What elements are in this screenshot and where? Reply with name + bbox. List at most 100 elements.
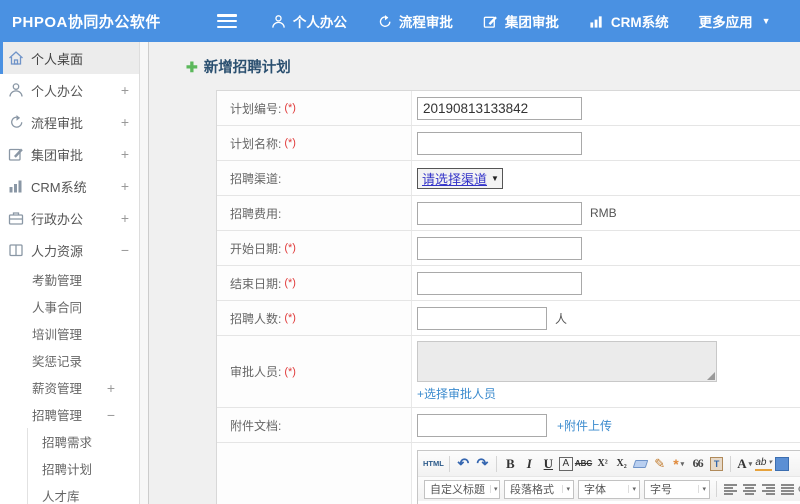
user-icon <box>271 14 286 29</box>
nav-label: 个人办公 <box>292 15 347 30</box>
user-icon <box>8 82 24 98</box>
custom-title-select[interactable]: 自定义标题 ▾ <box>424 479 500 499</box>
sidebar-item-attendance[interactable]: 考勤管理 <box>0 266 139 293</box>
expand-icon[interactable]: + <box>121 210 129 226</box>
recruit-submenu: 招聘需求 招聘计划 人才库 <box>0 428 139 504</box>
emotion-icon[interactable] <box>775 456 790 471</box>
expand-icon[interactable]: + <box>121 178 129 194</box>
underline-icon[interactable]: U <box>540 454 557 473</box>
blockquote-icon[interactable]: 66 <box>689 454 706 473</box>
row-approvers: 审批人员: (*) +选择审批人员 <box>217 336 800 408</box>
nav-personal-office[interactable]: 个人办公 <box>271 11 347 31</box>
nav-label: CRM系统 <box>610 15 669 30</box>
paste-icon[interactable]: T <box>708 454 725 473</box>
sidebar-item-workflow-approval[interactable]: 流程审批 + <box>0 106 139 138</box>
row-start-date: 开始日期: (*) <box>217 231 800 266</box>
page-title-text: 新增招聘计划 <box>203 60 291 76</box>
italic-icon[interactable]: I <box>521 454 538 473</box>
font-border-icon[interactable]: A <box>558 456 573 471</box>
sidebar-item-admin-office[interactable]: 行政办公 + <box>0 202 139 234</box>
row-attachment: 附件文档: +附件上传 <box>217 408 800 443</box>
app-window: PHPOA协同办公软件 个人办公 流程审批 集团审批 CRM系统 更多应用 ▼ <box>0 0 800 504</box>
nav-workflow-approval[interactable]: 流程审批 <box>377 11 453 31</box>
sidebar-item-crm-system[interactable]: CRM系统 + <box>0 170 139 202</box>
fee-input[interactable] <box>417 201 582 225</box>
plan-name-input[interactable] <box>417 131 582 155</box>
start-date-input[interactable] <box>417 236 582 260</box>
row-editor: HTML ↶ ↷ B I U A ABC X² X₂ ✎ * ▾ 66 T A … <box>217 443 800 504</box>
channel-select[interactable]: 请选择渠道 ▼ <box>417 167 503 189</box>
align-justify-icon[interactable] <box>779 480 796 499</box>
collapse-icon[interactable]: − <box>107 407 115 423</box>
nav-label: 流程审批 <box>398 15 453 30</box>
sidebar-item-rewards[interactable]: 奖惩记录 <box>0 347 139 374</box>
caret-down-icon: ▼ <box>491 173 499 183</box>
add-icon: ✚ <box>186 58 198 75</box>
expand-icon[interactable]: + <box>107 380 115 396</box>
auto-typeset-icon[interactable]: * ▾ <box>670 454 687 473</box>
rich-text-editor: HTML ↶ ↷ B I U A ABC X² X₂ ✎ * ▾ 66 T A … <box>417 450 800 504</box>
approvers-textarea[interactable] <box>417 341 717 382</box>
row-recruit-channel: 招聘渠道: 请选择渠道 ▼ <box>217 161 800 196</box>
hamburger-menu-icon[interactable] <box>216 14 237 28</box>
hr-submenu: 考勤管理 人事合同 培训管理 奖惩记录 薪资管理 + 招聘管理 − <box>0 266 139 428</box>
collapse-icon[interactable]: − <box>121 242 129 258</box>
html-source-button[interactable]: HTML <box>423 454 444 473</box>
page-title: ✚ 新增招聘计划 <box>149 42 800 77</box>
sidebar-item-recruit-mgmt[interactable]: 招聘管理 − <box>0 401 139 428</box>
highlight-color-icon[interactable]: ab ▾ <box>755 457 773 471</box>
sidebar-item-recruit-plan[interactable]: 招聘计划 <box>0 455 139 482</box>
sidebar-item-hr-contract[interactable]: 人事合同 <box>0 293 139 320</box>
align-center-icon[interactable] <box>741 480 758 499</box>
attachment-upload-link[interactable]: +附件上传 <box>557 417 612 434</box>
superscript-icon[interactable]: X² <box>594 454 611 473</box>
row-plan-number: 计划编号: (*) <box>217 91 800 126</box>
flow-arrow-icon <box>377 14 392 29</box>
nav-more-apps[interactable]: 更多应用 ▼ <box>699 11 771 31</box>
eraser-icon[interactable] <box>632 454 649 473</box>
font-family-select[interactable]: 字体 ▾ <box>578 479 640 499</box>
main-content: ✚ 新增招聘计划 计划编号:(*) 计划名称:(*) 招聘渠道: 请选择渠道 <box>149 42 800 504</box>
end-date-input[interactable] <box>417 271 582 295</box>
select-approvers-link[interactable]: +选择审批人员 <box>417 385 496 402</box>
sidebar-item-personal-office[interactable]: 个人办公 + <box>0 74 139 106</box>
briefcase-icon <box>8 210 24 226</box>
align-left-icon[interactable] <box>722 480 739 499</box>
subscript-icon[interactable]: X₂ <box>613 454 630 473</box>
align-right-icon[interactable] <box>760 480 777 499</box>
nav-group-approval[interactable]: 集团审批 <box>483 11 559 31</box>
top-menu: 个人办公 流程审批 集团审批 CRM系统 更多应用 ▼ <box>271 11 771 31</box>
caret-down-icon: ▼ <box>761 16 771 26</box>
expand-icon[interactable]: + <box>121 114 129 130</box>
plan-number-input[interactable] <box>417 96 582 120</box>
attachment-input[interactable] <box>417 413 547 437</box>
redo-icon[interactable]: ↷ <box>474 454 491 473</box>
sidebar-item-recruit-demand[interactable]: 招聘需求 <box>0 428 139 455</box>
font-color-icon[interactable]: A ▾ <box>736 454 753 473</box>
sidebar-item-salary[interactable]: 薪资管理 + <box>0 374 139 401</box>
top-navbar: PHPOA协同办公软件 个人办公 流程审批 集团审批 CRM系统 更多应用 ▼ <box>0 0 800 42</box>
flow-arrow-icon <box>8 114 24 130</box>
sidebar-scrollbar[interactable] <box>140 42 149 504</box>
bold-icon[interactable]: B <box>502 454 519 473</box>
sidebar-item-personal-desktop[interactable]: 个人桌面 <box>0 42 139 74</box>
sidebar-item-group-approval[interactable]: 集团审批 + <box>0 138 139 170</box>
row-headcount: 招聘人数: (*) 人 <box>217 301 800 336</box>
paragraph-format-select[interactable]: 段落格式 ▾ <box>504 479 574 499</box>
format-painter-icon[interactable]: ✎ <box>651 454 668 473</box>
sidebar-item-human-resources[interactable]: 人力资源 − <box>0 234 139 266</box>
strikethrough-icon[interactable]: ABC <box>575 454 592 473</box>
sidebar-item-talent-pool[interactable]: 人才库 <box>0 482 139 504</box>
nav-label: 更多应用 <box>698 15 753 30</box>
edit-icon <box>483 14 498 29</box>
headcount-input[interactable] <box>417 306 547 330</box>
recruit-plan-form: 计划编号:(*) 计划名称:(*) 招聘渠道: 请选择渠道 ▼ <box>216 90 800 504</box>
sidebar-item-training[interactable]: 培训管理 <box>0 320 139 347</box>
expand-icon[interactable]: + <box>121 146 129 162</box>
nav-crm-system[interactable]: CRM系统 <box>589 11 669 31</box>
font-size-select[interactable]: 字号 ▾ <box>644 479 710 499</box>
row-end-date: 结束日期: (*) <box>217 266 800 301</box>
nav-label: 集团审批 <box>504 15 559 30</box>
expand-icon[interactable]: + <box>121 82 129 98</box>
undo-icon[interactable]: ↶ <box>455 454 472 473</box>
